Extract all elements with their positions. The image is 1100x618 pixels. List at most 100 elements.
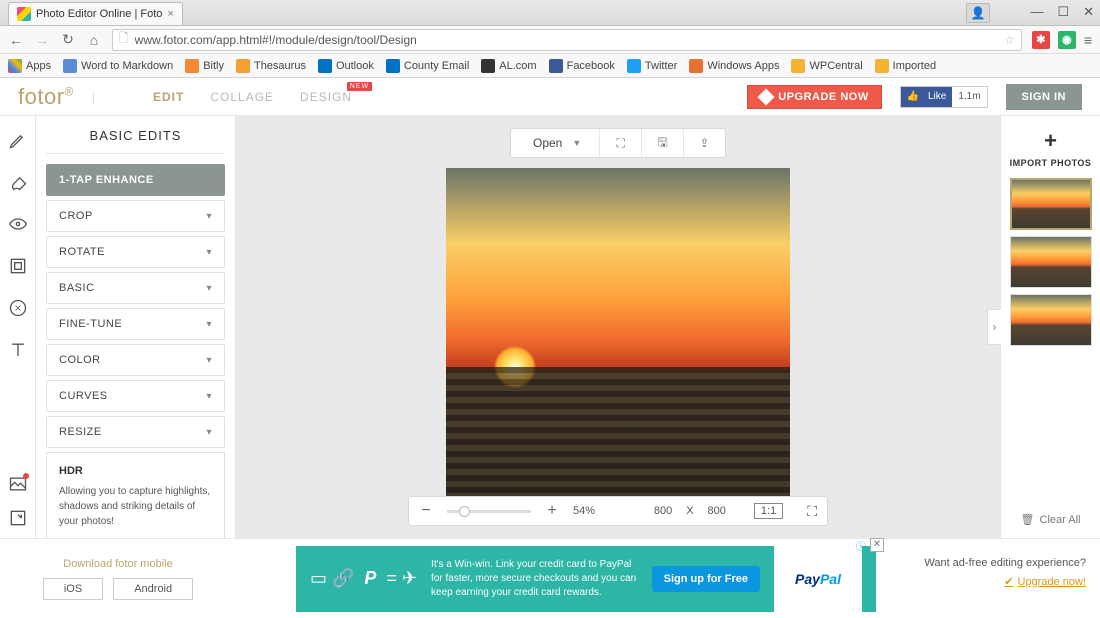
page-icon: 🗋 (119, 29, 129, 50)
bookmark-item[interactable]: Twitter (627, 59, 677, 73)
import-label: IMPORT PHOTOS (1010, 158, 1092, 168)
upgrade-button[interactable]: UPGRADE NOW (747, 85, 881, 109)
photo-tray: + IMPORT PHOTOS 🗑 Clear All (1000, 116, 1100, 538)
nav-design[interactable]: DESIGNNEW (300, 90, 352, 104)
bookmark-item[interactable]: Windows Apps (689, 59, 779, 73)
bookmark-item[interactable]: Apps (8, 59, 51, 73)
extension-icons: ✱ ◉ ≡ (1032, 31, 1092, 49)
thumbnails (1002, 178, 1100, 346)
app-header: fotor® | EDITCOLLAGEDESIGNNEW UPGRADE NO… (0, 78, 1100, 116)
open-dropdown[interactable]: Open ▼ (511, 129, 600, 157)
tool-rail (0, 116, 36, 538)
pencil-icon[interactable] (8, 130, 28, 150)
zoom-in-button[interactable]: + (545, 502, 559, 520)
bookmark-item[interactable]: Imported (875, 59, 936, 73)
edit-panel: BASIC EDITS 1-TAP ENHANCE CROP▾ ROTATE▾ BAS… (36, 116, 236, 538)
browser-profile-button[interactable]: 👤 (966, 3, 990, 23)
workspace: BASIC EDITS 1-TAP ENHANCE CROP▾ ROTATE▾ BAS… (0, 116, 1100, 538)
android-button[interactable]: Android (113, 578, 193, 600)
image-icon[interactable] (8, 474, 28, 494)
import-photos-button[interactable]: + IMPORT PHOTOS (1010, 128, 1092, 168)
export-icon[interactable] (8, 508, 28, 528)
tab-close-icon[interactable]: × (167, 8, 173, 20)
zoom-out-button[interactable]: − (419, 502, 433, 520)
window-minimize-icon[interactable]: — (1030, 4, 1043, 20)
logo[interactable]: fotor® (18, 84, 74, 110)
ad-cta-button[interactable]: Sign up for Free (652, 566, 760, 592)
hdr-card[interactable]: HDR Allowing you to capture highlights, … (46, 452, 225, 538)
download-title: Download fotor mobile (0, 558, 236, 570)
adfree-question: Want ad-free editing experience? (924, 557, 1086, 569)
panel-item--tap-enhance[interactable]: 1-TAP ENHANCE (46, 164, 225, 196)
nav-forward-icon[interactable]: → (34, 32, 50, 48)
ad-text: It's a Win-win. Link your credit card to… (431, 558, 638, 600)
panel-item-basic[interactable]: BASIC▾ (46, 272, 225, 304)
upgrade-now-link[interactable]: ✔ Upgrade now! (1004, 575, 1086, 588)
ad-banner[interactable]: ▭ 🔗 P = ✈ It's a Win-win. Link your cred… (296, 546, 876, 612)
fullscreen-icon[interactable]: ⛶ (807, 503, 817, 520)
nav-reload-icon[interactable]: ↻ (60, 31, 76, 48)
paint-icon[interactable] (8, 172, 28, 192)
zoom-slider[interactable] (447, 510, 531, 513)
panel-item-fine-tune[interactable]: FINE-TUNE▾ (46, 308, 225, 340)
bookmark-item[interactable]: County Email (386, 59, 469, 73)
bookmark-item[interactable]: WPCentral (791, 59, 862, 73)
zoom-value: 54% (573, 505, 595, 517)
save-icon[interactable]: 🖫 (642, 129, 684, 157)
panel-item-resize[interactable]: RESIZE▾ (46, 416, 225, 448)
ios-button[interactable]: iOS (43, 578, 103, 600)
collapse-right-icon[interactable]: › (987, 309, 1001, 345)
thumbnail[interactable] (1010, 294, 1092, 346)
bookmark-item[interactable]: Thesaurus (236, 59, 306, 73)
browser-address-bar: ← → ↻ ⌂ 🗋 www.fotor.com/app.html#!/modul… (0, 26, 1100, 54)
ad-close-icon[interactable]: ✕ (870, 538, 884, 552)
thumbnail[interactable] (1010, 236, 1092, 288)
favicon-icon (17, 7, 31, 21)
clear-all-label: Clear All (1040, 514, 1081, 526)
thumbnail[interactable] (1010, 178, 1092, 230)
bottom-strip: Download fotor mobile iOS Android ▭ 🔗 P … (0, 538, 1100, 618)
app-nav: EDIT COLLAGE DESIGNNEW (153, 90, 352, 104)
bookmark-item[interactable]: Word to Markdown (63, 59, 173, 73)
nav-back-icon[interactable]: ← (8, 32, 24, 48)
extension-icon[interactable]: ✱ (1032, 31, 1050, 49)
window-maximize-icon[interactable]: ☐ (1057, 4, 1069, 20)
frame-icon[interactable] (8, 256, 28, 276)
sticker-icon[interactable] (8, 298, 28, 318)
fitscreen-icon[interactable]: ⛶ (600, 129, 642, 157)
nav-collage[interactable]: COLLAGE (210, 90, 274, 104)
clear-all-button[interactable]: 🗑 Clear All (1021, 513, 1081, 526)
bookmark-item[interactable]: Outlook (318, 59, 374, 73)
ratio-button[interactable]: 1:1 (754, 503, 783, 519)
signin-button[interactable]: SIGN IN (1006, 84, 1082, 110)
chevron-down-icon: ▼ (572, 138, 581, 148)
trash-icon: 🗑 (1021, 513, 1035, 526)
panel-item-color[interactable]: COLOR▾ (46, 344, 225, 376)
browser-menu-icon[interactable]: ≡ (1084, 32, 1092, 48)
extension-icon[interactable]: ◉ (1058, 31, 1076, 49)
eye-icon[interactable] (8, 214, 28, 234)
canvas-toolbar: Open ▼ ⛶ 🖫 ⇪ (510, 128, 726, 158)
window-close-icon[interactable]: ✕ (1083, 4, 1094, 20)
dim-h: 800 (708, 505, 726, 517)
adfree-prompt: Want ad-free editing experience? ✔ Upgra… (924, 557, 1086, 588)
star-icon[interactable]: ☆ (1004, 33, 1015, 47)
panel-item-crop[interactable]: CROP▾ (46, 200, 225, 232)
url-input[interactable]: 🗋 www.fotor.com/app.html#!/module/design… (112, 29, 1022, 51)
zoom-bar: − + 54% 800 X 800 1:1 ⛶ (408, 496, 828, 526)
text-icon[interactable] (8, 340, 28, 360)
bookmark-item[interactable]: Bitly (185, 59, 224, 73)
bookmark-item[interactable]: Facebook (549, 59, 615, 73)
ad-info-icon[interactable]: ⓘ (856, 538, 866, 553)
panel-title: BASIC EDITS (46, 128, 225, 143)
panel-item-rotate[interactable]: ROTATE▾ (46, 236, 225, 268)
bookmarks-bar: Apps Word to Markdown Bitly Thesaurus Outloo… (0, 54, 1100, 78)
share-icon[interactable]: ⇪ (684, 129, 725, 157)
fb-like-button[interactable]: 👍 Like 1.1m (900, 86, 988, 108)
bookmark-item[interactable]: AL.com (481, 59, 536, 73)
browser-tab[interactable]: Photo Editor Online | Foto × (8, 2, 183, 25)
canvas-image[interactable] (446, 168, 790, 511)
panel-item-curves[interactable]: CURVES▾ (46, 380, 225, 412)
nav-home-icon[interactable]: ⌂ (86, 32, 102, 48)
nav-edit[interactable]: EDIT (153, 90, 184, 104)
